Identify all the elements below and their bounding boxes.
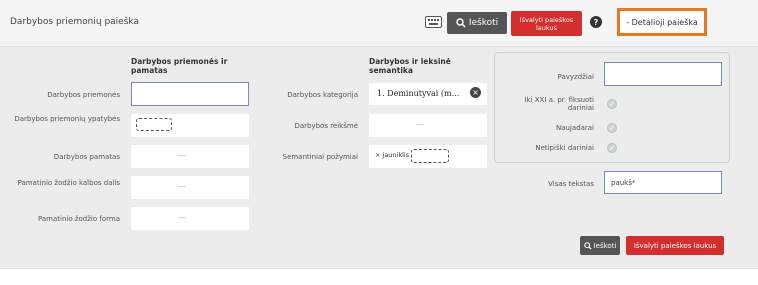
label-semantic-features: Semantiniai požymiai [282, 153, 358, 161]
tag-entry-box[interactable] [136, 118, 172, 131]
atypical-checkbox[interactable]: ✓ [607, 143, 617, 153]
base-word-form-placeholder: --- [178, 214, 186, 222]
base-word-form-select[interactable]: --- [131, 207, 249, 230]
label-atypical-derivatives: Netipiški dariniai [535, 144, 594, 152]
derivation-base-select[interactable]: --- [131, 145, 249, 168]
label-derivation-meaning: Darbybos reikšmė [294, 122, 358, 130]
full-text-value: paukš* [611, 179, 636, 187]
search-button[interactable]: Ieškoti [447, 12, 507, 34]
derivation-meaning-select[interactable]: --- [369, 114, 487, 137]
base-word-pos-placeholder: --- [178, 183, 186, 191]
examples-input[interactable] [604, 62, 722, 86]
clear-fields-button[interactable]: Išvalyti paieškos laukus [511, 11, 582, 36]
label-base-word-form: Pamatinio žodžio forma [37, 215, 120, 223]
derivation-category-value: 1. Deminutyvai (m... [377, 89, 460, 98]
label-base-word-pos: Pamatinio žodžio kalbos dalis [17, 179, 120, 187]
search-icon [456, 18, 466, 28]
label-pre-xxi-derivatives: Iki XXI a. pr. fiksuoti dariniai [524, 96, 594, 112]
column-heading-semantics: Darbybos ir leksinė semantika [369, 57, 451, 75]
clear-category-icon[interactable]: × [470, 87, 481, 98]
clear-fields-button-bottom[interactable]: Išvalyti paieškos laukus [626, 236, 724, 255]
derivation-means-input[interactable] [131, 82, 249, 106]
derivation-features-input[interactable] [131, 114, 249, 137]
detailed-search-toggle[interactable]: - Detalioji paieška [617, 8, 707, 36]
label-examples: Pavyzdžiai [557, 73, 594, 81]
footer-bar [0, 268, 758, 285]
neologisms-checkbox[interactable]: ✓ [607, 123, 617, 133]
derivation-category-select[interactable]: 1. Deminutyvai (m... × [369, 83, 487, 105]
tag-entry-box[interactable] [411, 149, 449, 163]
search-page: Darbybos priemonių paieška Ieškoti Išval… [0, 0, 758, 285]
pre-xxi-checkbox[interactable]: ✓ [607, 99, 617, 109]
page-title: Darbybos priemonių paieška [10, 17, 139, 27]
base-word-pos-select[interactable]: --- [131, 176, 249, 199]
semantic-feature-tag[interactable]: × jauniklis [375, 151, 409, 159]
label-derivation-means: Darbybos priemonės [47, 91, 120, 99]
header-bar: Darbybos priemonių paieška Ieškoti Išval… [0, 0, 758, 47]
keyboard-icon[interactable] [425, 16, 442, 28]
label-derivation-means-features: Darbybos priemonių ypatybės [14, 115, 120, 123]
full-text-input[interactable]: paukš* [604, 171, 722, 194]
derivation-meaning-placeholder: --- [416, 121, 424, 129]
label-derivation-base: Darbybos pamatas [53, 153, 120, 161]
search-button-label: Ieškoti [468, 18, 499, 28]
label-derivation-category: Darbybos kategorija [287, 91, 358, 99]
help-icon[interactable]: ? [590, 16, 602, 28]
search-icon [583, 241, 592, 250]
label-neologisms: Naujadarai [555, 124, 594, 132]
derivation-base-placeholder: --- [178, 152, 186, 160]
search-button-bottom[interactable]: Ieškoti [580, 236, 620, 255]
search-button-bottom-label: Ieškoti [593, 241, 617, 250]
column-heading-derivation-means: Darbybos priemonės ir pamatas [131, 57, 228, 75]
label-full-text: Visas tekstas [548, 180, 594, 188]
semantic-features-input[interactable]: × jauniklis [369, 145, 487, 168]
